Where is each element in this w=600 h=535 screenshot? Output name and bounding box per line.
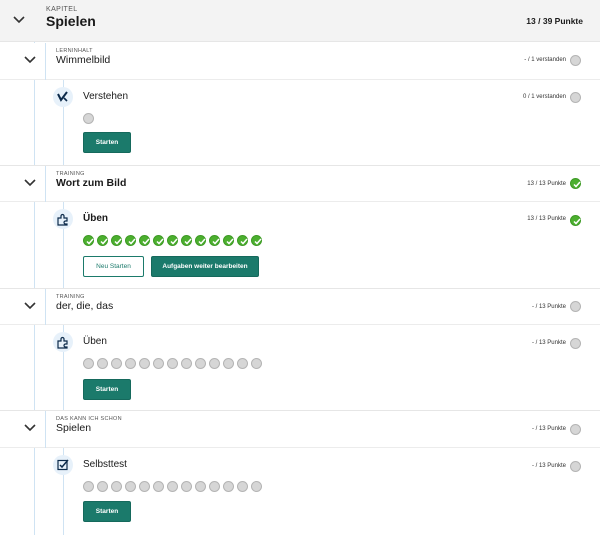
checkbox-icon xyxy=(53,455,73,475)
progress-dot xyxy=(139,481,150,492)
progress-dot xyxy=(83,235,94,246)
progress-dot xyxy=(195,481,206,492)
section-points: - / 13 Punkte xyxy=(531,426,566,432)
progress-dot xyxy=(209,358,220,369)
progress-dot xyxy=(181,358,192,369)
progress-dot xyxy=(125,481,136,492)
progress-dots xyxy=(83,358,262,369)
progress-dot xyxy=(195,358,206,369)
progress-dot xyxy=(167,358,178,369)
progress-dot xyxy=(195,235,206,246)
section-title: Wort zum Bild xyxy=(56,177,127,189)
verstehen-icon xyxy=(53,87,73,107)
section-title: der, die, das xyxy=(56,300,114,312)
progress-dot xyxy=(97,235,108,246)
activity-title: Verstehen xyxy=(83,91,129,102)
progress-dot xyxy=(83,358,94,369)
status-indicator xyxy=(570,178,581,189)
progress-dot xyxy=(153,481,164,492)
activity-selbsttest: Selbsttest - / 13 Punkte Starten xyxy=(0,448,600,535)
status-indicator xyxy=(570,92,581,103)
section-wort-zum-bild[interactable]: TRAINING Wort zum Bild 13 / 13 Punkte xyxy=(0,166,600,202)
chevron-down-icon[interactable] xyxy=(23,423,37,433)
puzzle-icon xyxy=(53,209,73,229)
status-indicator xyxy=(570,301,581,312)
progress-dot xyxy=(167,481,178,492)
progress-dot xyxy=(209,235,220,246)
progress-dot xyxy=(251,358,262,369)
progress-dot xyxy=(111,235,122,246)
section-spielen[interactable]: DAS KANN ICH SCHON Spielen - / 13 Punkte xyxy=(0,411,600,448)
status-indicator xyxy=(570,55,581,66)
section-points: - / 1 verstanden xyxy=(524,57,566,63)
progress-dot xyxy=(97,358,108,369)
progress-dot xyxy=(167,235,178,246)
progress-dot xyxy=(153,358,164,369)
status-indicator xyxy=(570,461,581,472)
progress-dot xyxy=(251,235,262,246)
activity-ueben-1: Üben 13 / 13 Punkte Neu Starten Aufgaben… xyxy=(0,202,600,288)
status-indicator xyxy=(570,424,581,435)
section-title: Wimmelbild xyxy=(56,54,111,66)
activity-points: - / 13 Punkte xyxy=(531,340,566,346)
status-indicator xyxy=(570,338,581,349)
progress-dots xyxy=(83,113,94,124)
progress-dot xyxy=(223,358,234,369)
activity-ueben-2: Üben - / 13 Punkte Starten xyxy=(0,325,600,410)
progress-dot xyxy=(181,481,192,492)
progress-dot xyxy=(111,358,122,369)
status-indicator xyxy=(570,215,581,226)
section-title: Spielen xyxy=(56,422,92,434)
activity-title: Üben xyxy=(83,213,108,224)
section-points: - / 13 Punkte xyxy=(531,304,566,310)
progress-dot xyxy=(153,235,164,246)
chapter-header[interactable]: KAPITEL Spielen 13 / 39 Punkte xyxy=(0,0,600,42)
progress-dot xyxy=(125,358,136,369)
activity-title: Üben xyxy=(83,336,107,347)
start-button[interactable]: Starten xyxy=(83,132,131,153)
chevron-down-icon[interactable] xyxy=(23,55,37,65)
activity-verstehen: Verstehen 0 / 1 verstanden Starten xyxy=(0,80,600,165)
progress-dot xyxy=(181,235,192,246)
progress-dot xyxy=(251,481,262,492)
restart-button[interactable]: Neu Starten xyxy=(83,256,144,277)
progress-dot xyxy=(139,235,150,246)
chapter-title: Spielen xyxy=(46,13,96,29)
activity-points: 0 / 1 verstanden xyxy=(522,94,566,100)
start-button[interactable]: Starten xyxy=(83,379,131,400)
chapter-overline: KAPITEL xyxy=(46,6,78,13)
progress-dot xyxy=(237,481,248,492)
chapter-points: 13 / 39 Punkte xyxy=(526,16,583,26)
progress-dot xyxy=(111,481,122,492)
progress-dot xyxy=(83,113,94,124)
continue-tasks-button[interactable]: Aufgaben weiter bearbeiten xyxy=(151,256,259,277)
progress-dot xyxy=(125,235,136,246)
section-der-die-das[interactable]: TRAINING der, die, das - / 13 Punkte xyxy=(0,289,600,325)
section-points: 13 / 13 Punkte xyxy=(527,181,566,187)
chevron-down-icon[interactable] xyxy=(23,178,37,188)
progress-dots xyxy=(83,481,262,492)
activity-title: Selbsttest xyxy=(83,459,127,470)
progress-dot xyxy=(139,358,150,369)
progress-dot xyxy=(83,481,94,492)
progress-dot xyxy=(237,358,248,369)
progress-dot xyxy=(237,235,248,246)
section-wimmelbild[interactable]: LERNINHALT Wimmelbild - / 1 verstanden xyxy=(0,43,600,80)
progress-dot xyxy=(97,481,108,492)
progress-dots xyxy=(83,235,262,246)
start-button[interactable]: Starten xyxy=(83,501,131,522)
activity-points: - / 13 Punkte xyxy=(531,463,566,469)
chevron-down-icon[interactable] xyxy=(23,301,37,311)
chevron-down-icon[interactable] xyxy=(12,15,26,25)
progress-dot xyxy=(223,235,234,246)
progress-dot xyxy=(209,481,220,492)
puzzle-icon xyxy=(53,332,73,352)
progress-dot xyxy=(223,481,234,492)
activity-points: 13 / 13 Punkte xyxy=(527,216,566,222)
